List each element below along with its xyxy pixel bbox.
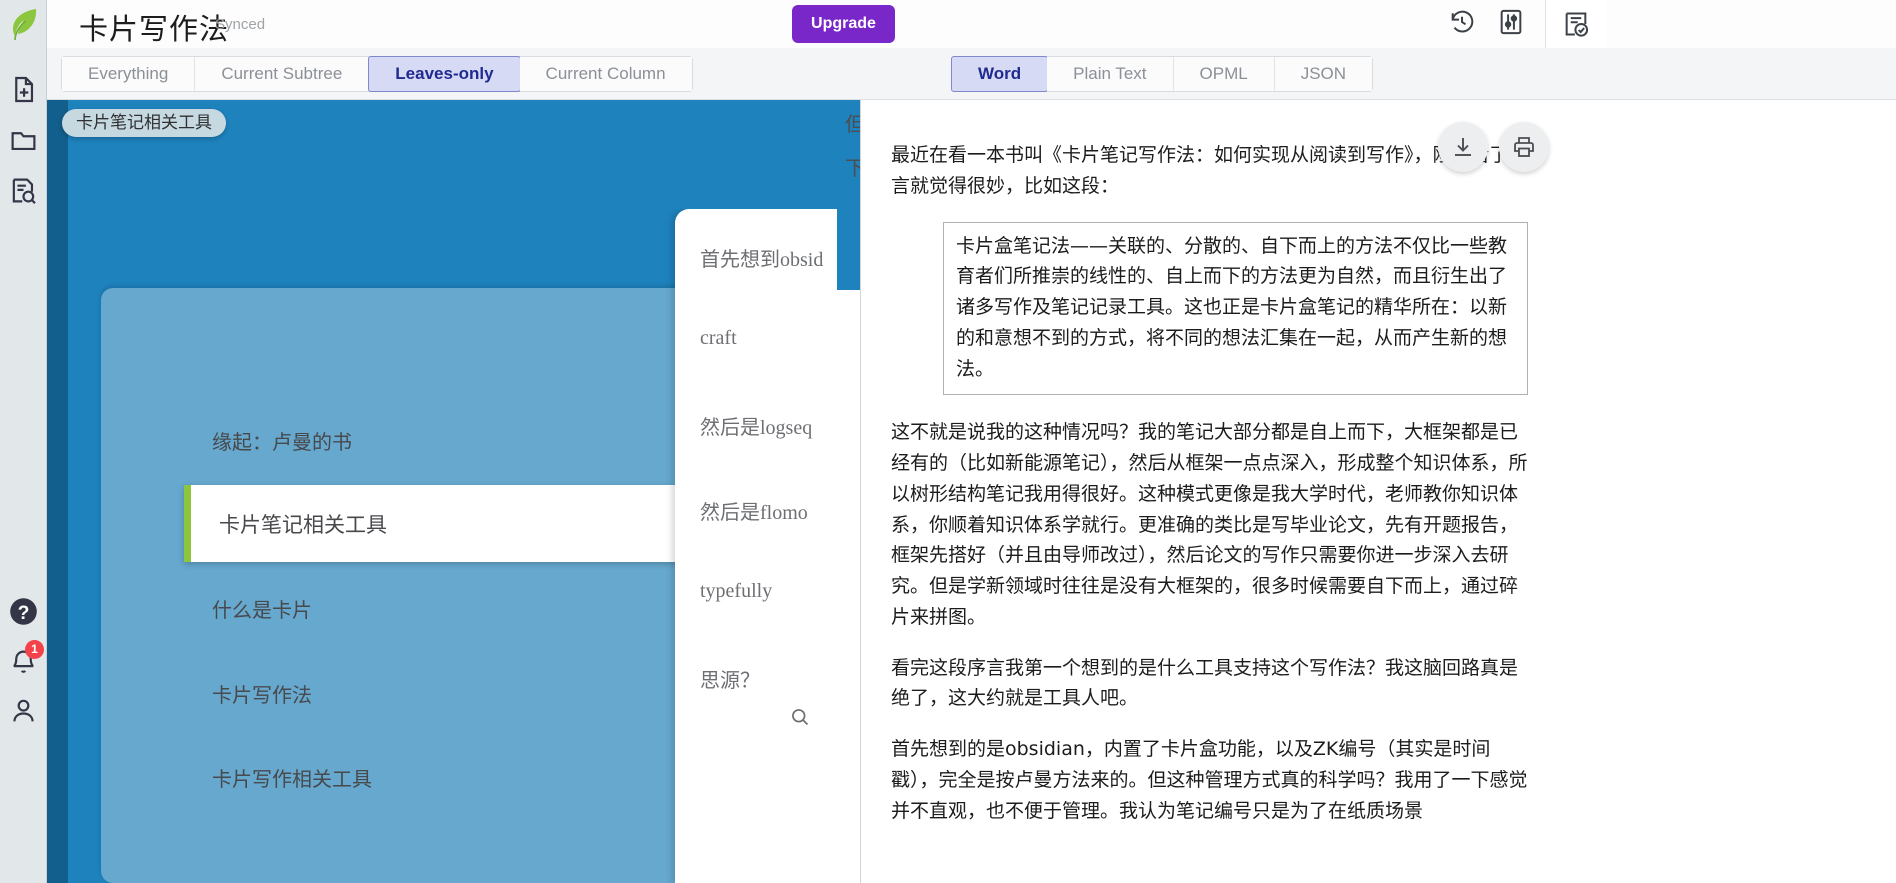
upgrade-button[interactable]: Upgrade xyxy=(792,5,895,43)
treemap-item-craft[interactable]: craft xyxy=(700,327,737,350)
print-icon[interactable] xyxy=(1499,122,1549,172)
document-paragraph: 最近在看一本书叫《卡片笔记写作法：如何实现从阅读到写作》，刚刚看了序言就觉得很妙… xyxy=(891,144,1528,197)
document-preview-pane: 最近在看一本书叫《卡片笔记写作法：如何实现从阅读到写作》，刚刚看了序言就觉得很妙… xyxy=(860,100,1896,883)
tab-json[interactable]: JSON xyxy=(1274,57,1373,91)
tab-current-subtree[interactable]: Current Subtree xyxy=(195,57,370,91)
treemap-overlap-line-2: 下而上，通过碎 xyxy=(845,158,860,180)
treemap-leaf-card-related-tools[interactable]: 卡片写作相关工具 xyxy=(212,763,372,792)
treemap-leaf-what-is-card[interactable]: 什么是卡片 xyxy=(212,594,312,623)
history-icon[interactable] xyxy=(1448,8,1476,36)
tab-plain-text[interactable]: Plain Text xyxy=(1047,57,1174,91)
tab-current-column[interactable]: Current Column xyxy=(519,57,692,91)
format-tab-group: Word Plain Text OPML JSON xyxy=(951,56,1374,92)
svg-text:?: ? xyxy=(18,603,30,624)
document-blockquote: 卡片盒笔记法——关联的、分散的、自下而上的方法不仅比一些教育者们所推崇的线性的、… xyxy=(943,221,1528,396)
treemap-leaf-origin[interactable]: 缘起：卢曼的书 xyxy=(212,426,352,455)
notification-count-badge: 1 xyxy=(25,640,44,659)
sync-status: Synced xyxy=(215,16,266,33)
tab-everything[interactable]: Everything xyxy=(62,57,196,91)
treemap-leaf-card-method[interactable]: 卡片写作法 xyxy=(212,679,312,708)
user-icon[interactable] xyxy=(9,696,38,725)
folder-icon[interactable] xyxy=(9,126,38,155)
treemap-item-obsidian[interactable]: 首先想到obsid xyxy=(700,243,823,272)
sliders-icon[interactable] xyxy=(1497,8,1525,36)
treemap-overlap-block: 但是学新领域时 下而上，通过碎 xyxy=(837,100,860,290)
document-content: 最近在看一本书叫《卡片笔记写作法：如何实现从阅读到写作》，刚刚看了序言就觉得很妙… xyxy=(891,140,1531,847)
treemap-column-2: 首先想到obsid craft 然后是logseq 然后是flomo typef… xyxy=(675,100,860,883)
treemap-item-logseq[interactable]: 然后是logseq xyxy=(700,411,812,440)
tab-word[interactable]: Word xyxy=(951,56,1049,92)
tab-leaves-only[interactable]: Leaves-only xyxy=(368,56,521,92)
help-icon[interactable]: ? xyxy=(9,597,38,626)
left-rail: ? 1 xyxy=(0,0,47,883)
document-paragraph: 看完这段序言我第一个想到的是什么工具支持这个写作法？我这脑回路真是绝了，这大约就… xyxy=(891,656,1519,710)
document-paragraph: 这不就是说我的这种情况吗？我的笔记大部分都是自上而下，大框架都是已经有的（比如新… xyxy=(891,421,1528,628)
treemap-column2-top-block[interactable] xyxy=(675,100,860,209)
treemap-root-edge xyxy=(47,100,68,883)
export-tab-bar: Everything Current Subtree Leaves-only C… xyxy=(47,48,1896,100)
download-icon[interactable] xyxy=(1438,122,1488,172)
document-search-icon[interactable] xyxy=(9,176,38,205)
new-document-icon[interactable] xyxy=(9,75,38,104)
treemap-tooltip: 卡片笔记相关工具 xyxy=(62,109,226,137)
search-icon[interactable] xyxy=(790,707,810,727)
leaf-logo-icon[interactable] xyxy=(4,4,44,44)
app-header: 卡片写作法 Synced Upgrade xyxy=(47,0,1896,48)
treemap-selected-label: 卡片笔记相关工具 xyxy=(219,513,387,537)
document-paragraph: 首先想到的是obsidian，内置了卡片盒功能，以及ZK编号（其实是时间戳），完… xyxy=(891,738,1528,822)
treemap-item-flomo[interactable]: 然后是flomo xyxy=(700,496,808,525)
treemap-column2-card xyxy=(675,209,860,883)
document-quote-text: 卡片盒笔记法——关联的、分散的、自下而上的方法不仅比一些教育者们所推崇的线性的、… xyxy=(956,234,1508,380)
treemap-item-typefully[interactable]: typefully xyxy=(700,580,772,603)
tab-opml[interactable]: OPML xyxy=(1173,57,1275,91)
scope-tab-group: Everything Current Subtree Leaves-only C… xyxy=(61,56,693,92)
bell-icon[interactable]: 1 xyxy=(9,640,44,677)
treemap-overlap-line-1: 但是学新领域时 xyxy=(845,114,860,136)
page-title: 卡片写作法 xyxy=(79,14,230,46)
outline-check-icon[interactable] xyxy=(1545,0,1607,48)
treemap-pane[interactable]: 缘起：卢曼的书 卡片笔记相关工具 什么是卡片 卡片写作法 卡片写作相关工具 首先… xyxy=(47,100,860,883)
treemap-item-siyuan[interactable]: 思源？ xyxy=(700,664,760,693)
